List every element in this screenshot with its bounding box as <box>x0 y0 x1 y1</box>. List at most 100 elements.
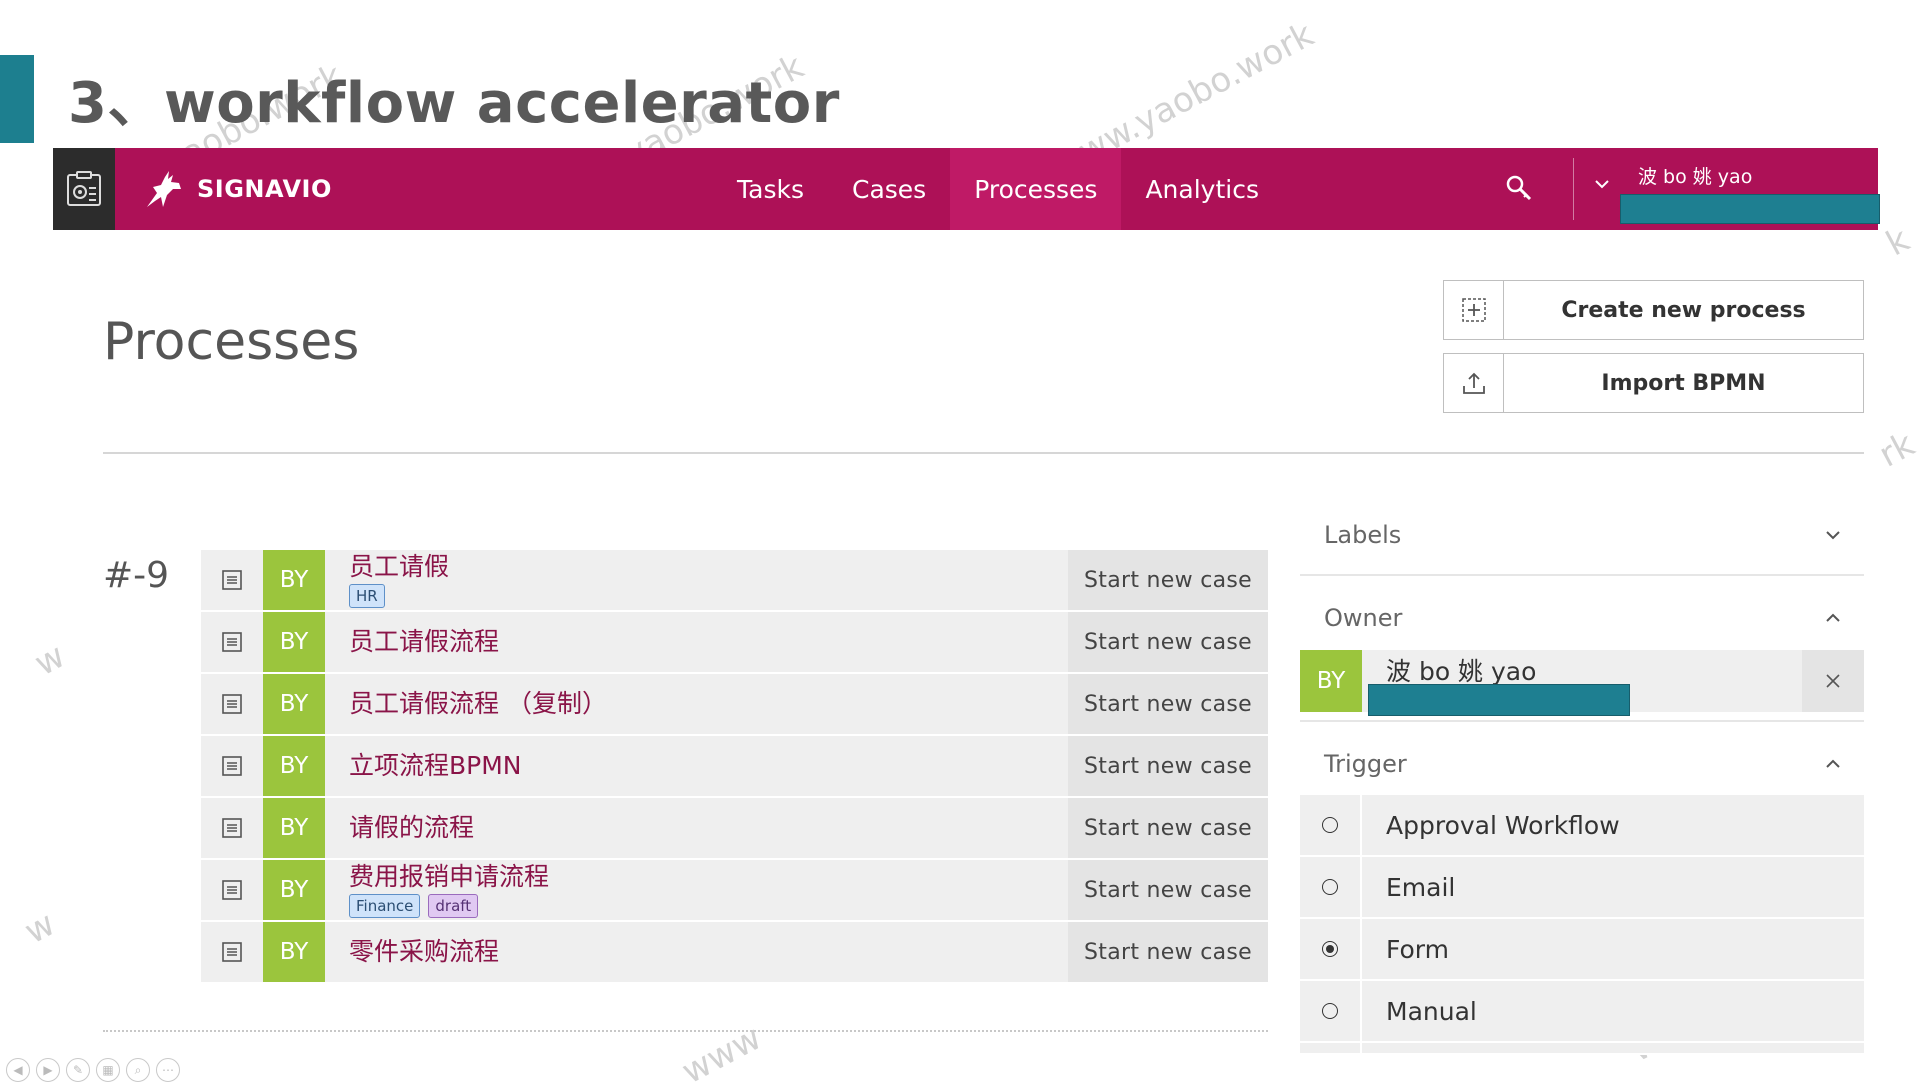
trigger-filter-title: Trigger <box>1324 750 1407 778</box>
owner-name: 波 bo 姚 yao <box>1362 650 1802 716</box>
nav-processes[interactable]: Processes <box>950 148 1122 230</box>
filter-divider <box>1300 720 1864 722</box>
signavio-logo[interactable]: SIGNAVIO <box>143 168 332 210</box>
import-bpmn-button[interactable]: Import BPMN <box>1443 353 1864 413</box>
owner-avatar: BY <box>263 860 325 920</box>
document-list-icon[interactable] <box>201 860 263 920</box>
user-menu-name[interactable]: 波 bo 姚 yao <box>1638 162 1752 189</box>
trigger-option[interactable]: Email <box>1300 857 1864 919</box>
zoom-icon[interactable]: ⌕ <box>126 1058 150 1082</box>
main-nav: Tasks Cases Processes Analytics <box>713 148 1283 230</box>
create-process-button[interactable]: Create new process <box>1443 280 1864 340</box>
list-end-divider <box>103 1030 1268 1032</box>
slide: www.yaobo.work yaobo.work www.yaobo.work… <box>0 0 1920 1092</box>
label-tag[interactable]: HR <box>349 584 385 608</box>
page-title: Processes <box>103 312 360 372</box>
process-name[interactable]: 员工请假流程 （复制） <box>349 689 1068 719</box>
watermark: rk <box>1872 424 1920 476</box>
redaction-box <box>1620 194 1880 224</box>
process-row[interactable]: BY 立项流程BPMN Start new case <box>201 736 1268 798</box>
section-divider <box>103 452 1864 454</box>
process-row[interactable]: BY 员工请假流程 Start new case <box>201 612 1268 674</box>
trigger-option[interactable]: Approval Workflow <box>1300 795 1864 857</box>
labels-filter-title: Labels <box>1324 521 1402 549</box>
more-options-icon[interactable]: ⋯ <box>156 1058 180 1082</box>
owner-avatar: BY <box>263 736 325 796</box>
trigger-option[interactable]: Form <box>1300 919 1864 981</box>
next-slide-icon[interactable]: ▶ <box>36 1058 60 1082</box>
start-new-case-button[interactable]: Start new case <box>1068 550 1268 610</box>
start-new-case-button[interactable]: Start new case <box>1068 860 1268 920</box>
process-row[interactable]: BY 费用报销申请流程 Finance draft Start new case <box>201 860 1268 922</box>
trigger-option-label: Email <box>1386 872 1456 902</box>
upload-icon <box>1444 354 1504 412</box>
filter-divider <box>1300 574 1864 576</box>
document-list-icon[interactable] <box>201 550 263 610</box>
start-new-case-button[interactable]: Start new case <box>1068 674 1268 734</box>
process-name[interactable]: 立项流程BPMN <box>349 751 1068 781</box>
process-name[interactable]: 费用报销申请流程 <box>349 862 1068 892</box>
nav-divider <box>1573 158 1574 220</box>
document-list-icon[interactable] <box>201 922 263 982</box>
add-square-icon <box>1444 281 1504 339</box>
radio-button[interactable] <box>1322 879 1338 895</box>
document-list-icon[interactable] <box>201 674 263 734</box>
start-new-case-button[interactable]: Start new case <box>1068 736 1268 796</box>
close-icon[interactable] <box>1802 650 1864 712</box>
chevron-down-icon[interactable] <box>1593 174 1611 199</box>
start-new-case-button[interactable]: Start new case <box>1068 798 1268 858</box>
watermark: w <box>18 903 62 953</box>
previous-slide-icon[interactable]: ◀ <box>6 1058 30 1082</box>
trigger-filter-header[interactable]: Trigger <box>1300 739 1864 789</box>
pen-icon[interactable]: ✎ <box>66 1058 90 1082</box>
start-new-case-button[interactable]: Start new case <box>1068 612 1268 672</box>
radio-button[interactable] <box>1322 817 1338 833</box>
trigger-option-label: Approval Workflow <box>1386 810 1620 840</box>
owner-avatar: BY <box>263 612 325 672</box>
owner-name-text: 波 bo 姚 yao <box>1386 657 1537 686</box>
process-row[interactable]: BY 零件采购流程 Start new case <box>201 922 1268 984</box>
process-name[interactable]: 员工请假 <box>349 552 1068 582</box>
workflow-gear-icon[interactable] <box>53 148 115 230</box>
trigger-option[interactable]: Manual <box>1300 981 1864 1043</box>
draft-tag[interactable]: draft <box>428 894 479 918</box>
trigger-option-cutoff <box>1300 1043 1864 1055</box>
redaction-box <box>1368 684 1630 716</box>
process-row[interactable]: BY 员工请假流程 （复制） Start new case <box>201 674 1268 736</box>
slides-grid-icon[interactable]: ▦ <box>96 1058 120 1082</box>
process-row[interactable]: BY 请假的流程 Start new case <box>201 798 1268 860</box>
trigger-option-label: Manual <box>1386 996 1477 1026</box>
radio-button[interactable] <box>1322 1003 1338 1019</box>
slideshow-controls: ◀ ▶ ✎ ▦ ⌕ ⋯ <box>6 1058 180 1082</box>
document-list-icon[interactable] <box>201 798 263 858</box>
watermark: w <box>28 635 72 685</box>
label-tag[interactable]: Finance <box>349 894 421 918</box>
top-navbar: SIGNAVIO Tasks Cases Processes Analytics… <box>53 148 1880 230</box>
process-list: BY 员工请假 HR Start new case BY 员工请假流程 Star… <box>201 550 1268 984</box>
radio-button-selected[interactable] <box>1322 941 1338 957</box>
owner-avatar: BY <box>1300 650 1362 712</box>
process-name[interactable]: 零件采购流程 <box>349 937 1068 967</box>
document-list-icon[interactable] <box>201 612 263 672</box>
owner-filter-header[interactable]: Owner <box>1300 593 1864 643</box>
antelope-logo-icon <box>147 171 181 207</box>
process-row[interactable]: BY 员工请假 HR Start new case <box>201 550 1268 612</box>
owner-avatar: BY <box>263 550 325 610</box>
create-process-label: Create new process <box>1561 297 1806 323</box>
process-name[interactable]: 员工请假流程 <box>349 627 1068 657</box>
chevron-down-icon <box>1826 531 1840 540</box>
nav-analytics[interactable]: Analytics <box>1121 148 1283 230</box>
document-list-icon[interactable] <box>201 736 263 796</box>
nav-tasks[interactable]: Tasks <box>713 148 828 230</box>
owner-filter-title: Owner <box>1324 604 1403 632</box>
slide-accent-bar <box>0 55 34 143</box>
start-new-case-button[interactable]: Start new case <box>1068 922 1268 982</box>
trigger-option-label: Form <box>1386 934 1449 964</box>
nav-cases[interactable]: Cases <box>828 148 950 230</box>
labels-filter-header[interactable]: Labels <box>1300 510 1864 560</box>
process-name[interactable]: 请假的流程 <box>349 813 1068 843</box>
chevron-up-icon <box>1826 759 1840 768</box>
trigger-options: Approval Workflow Email Form Manual <box>1300 795 1864 1055</box>
brand-name: SIGNAVIO <box>197 175 332 203</box>
search-icon[interactable] <box>1503 172 1537 206</box>
